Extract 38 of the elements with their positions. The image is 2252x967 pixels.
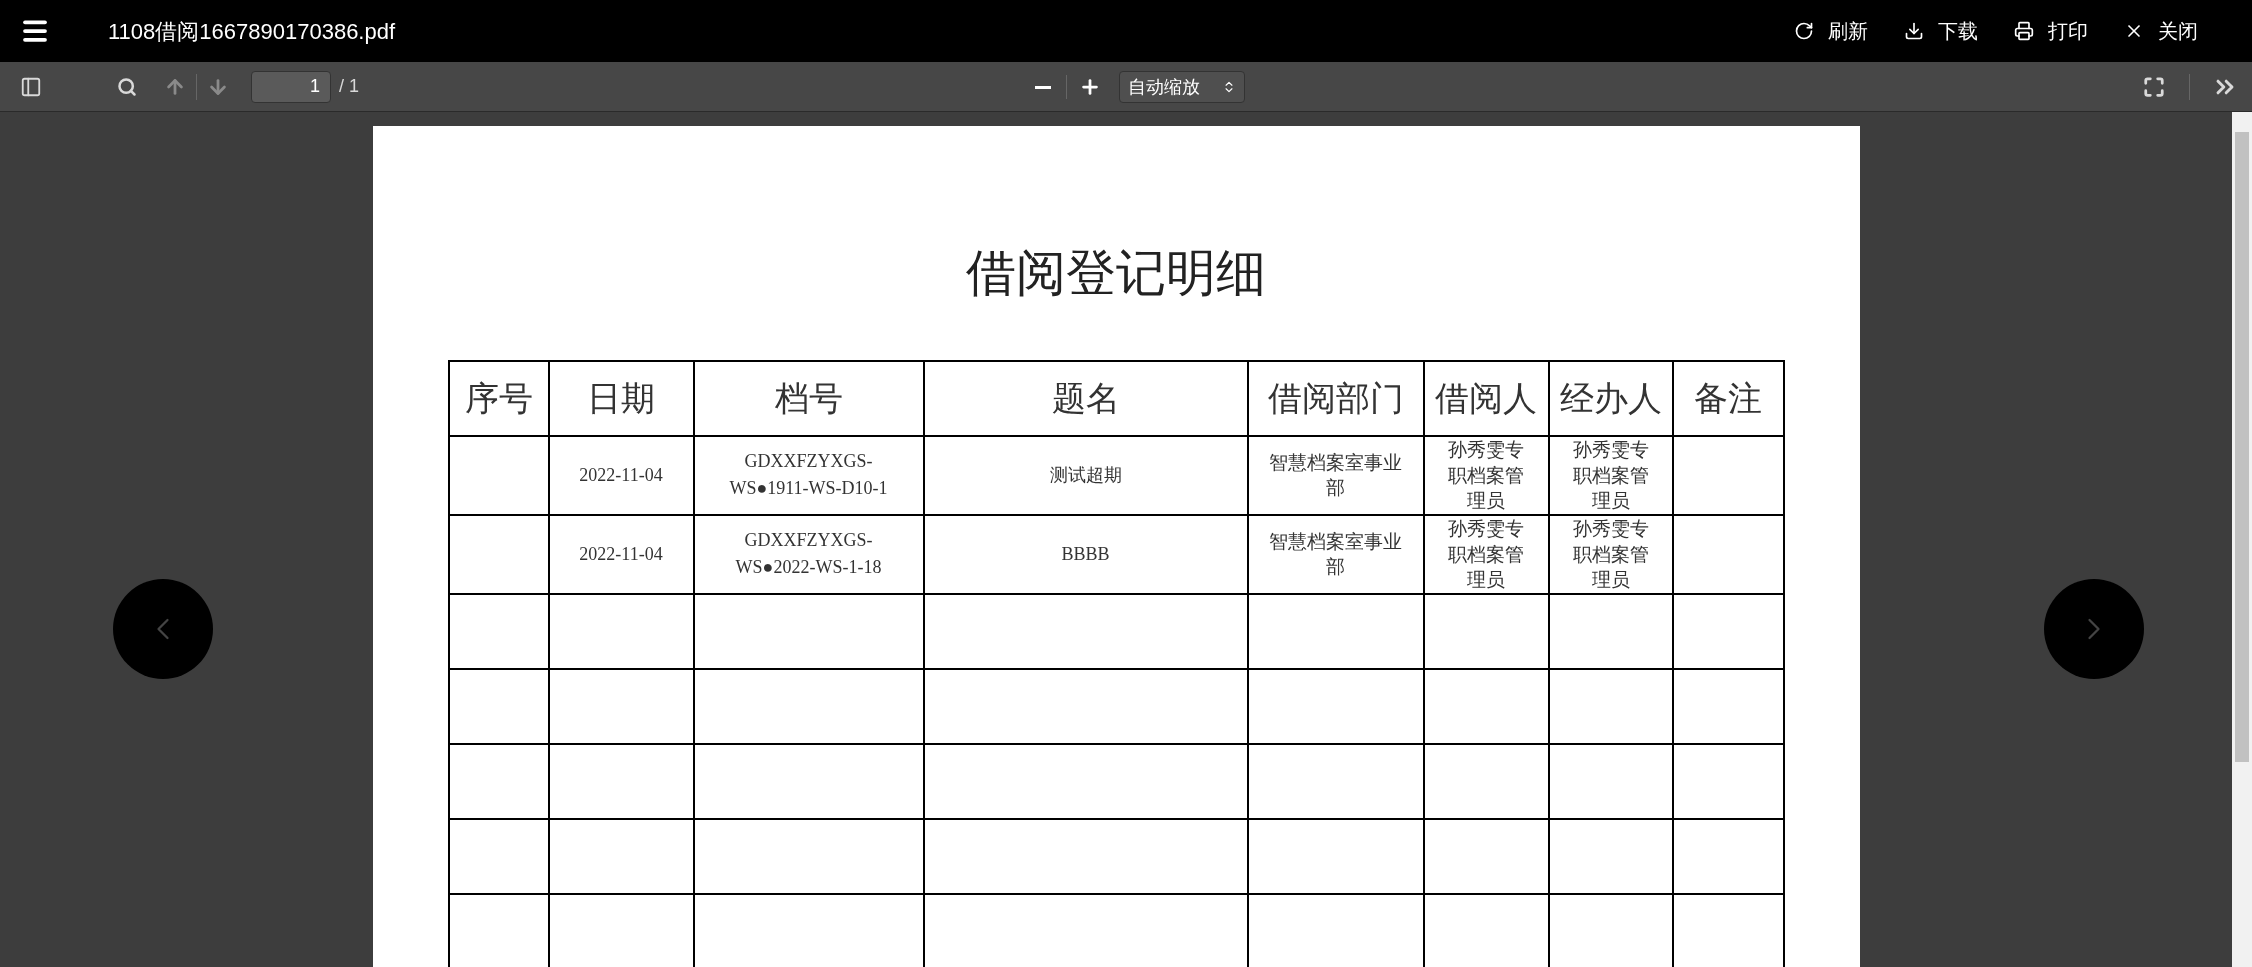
download-icon bbox=[1904, 21, 1924, 41]
table-cell: GDXXFZYXGS-WS●1911-WS-D10-1 bbox=[729, 451, 888, 499]
table-cell: 2022-11-04 bbox=[579, 543, 663, 564]
file-name: 1108借阅1667890170386.pdf bbox=[108, 17, 396, 46]
search-icon bbox=[117, 76, 137, 97]
column-header: 日期 bbox=[548, 361, 694, 436]
table-cell: 孙秀雯专职档案管理员 bbox=[1448, 438, 1524, 512]
sidebar-icon bbox=[20, 75, 42, 98]
column-header: 经办人 bbox=[1548, 361, 1673, 436]
table-cell: GDXXFZYXGS-WS●2022-WS-1-18 bbox=[735, 530, 882, 578]
scrollbar[interactable] bbox=[2232, 112, 2252, 967]
document-heading: 借阅登记明细 bbox=[966, 248, 1266, 298]
column-header: 借阅人 bbox=[1423, 361, 1549, 436]
column-header: 档号 bbox=[693, 361, 924, 436]
table-cell: 孙秀雯专职档案管理员 bbox=[1448, 516, 1524, 591]
table-cell: 孙秀雯专职档案管理员 bbox=[1572, 438, 1649, 512]
page-number-field[interactable]: 1 bbox=[251, 70, 331, 103]
refresh-icon bbox=[1794, 21, 1814, 41]
table-cell: 智慧档案室事业部 bbox=[1269, 450, 1402, 499]
table-cell: BBBB bbox=[1061, 543, 1110, 564]
printer-icon bbox=[2014, 21, 2034, 41]
close-button[interactable]: 关闭 bbox=[2124, 16, 2198, 46]
print-button[interactable]: 打印 bbox=[2014, 16, 2088, 46]
plus-icon bbox=[1079, 76, 1101, 98]
column-header: 借阅部门 bbox=[1247, 361, 1424, 436]
minus-icon bbox=[1035, 85, 1051, 89]
column-header: 题名 bbox=[923, 361, 1248, 436]
refresh-button[interactable]: 刷新 bbox=[1794, 16, 1868, 46]
fullscreen-icon bbox=[2143, 75, 2165, 98]
table-cell: 智慧档案室事业部 bbox=[1269, 529, 1402, 578]
column-header: 序号 bbox=[448, 361, 549, 436]
column-header: 备注 bbox=[1672, 361, 1784, 436]
page-count: / 1 bbox=[339, 75, 359, 98]
table-cell: 孙秀雯专职档案管理员 bbox=[1572, 516, 1649, 591]
table-cell: 测试超期 bbox=[1049, 464, 1122, 485]
table-cell: 2022-11-04 bbox=[579, 464, 663, 485]
download-button[interactable]: 下载 bbox=[1904, 16, 1978, 46]
zoom-select[interactable]: 自动缩放 bbox=[1119, 71, 1245, 103]
